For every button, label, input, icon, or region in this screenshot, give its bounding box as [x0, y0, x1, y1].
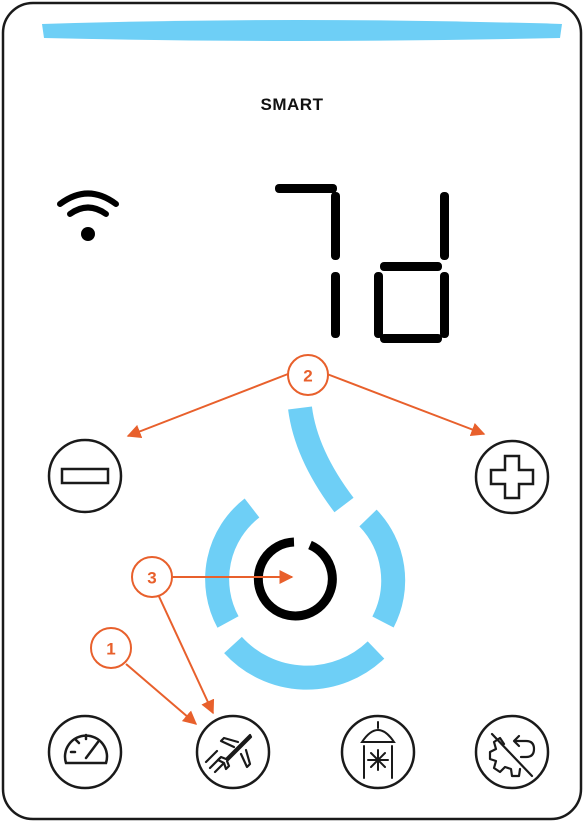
callout-1: 1 — [90, 627, 132, 669]
digit-1-seg-a — [275, 184, 337, 193]
digit-2-seg-b — [440, 192, 449, 260]
panel-illustration: 2 3 1 — [1, 1, 583, 821]
digit-2-seg-c — [440, 272, 449, 338]
brand-label: SMART — [260, 95, 324, 114]
vacation-mode-button[interactable] — [195, 714, 271, 790]
control-panel-diagram: 2 3 1 SMART — [0, 0, 584, 822]
callout-2: 2 — [287, 354, 329, 396]
speedometer-button[interactable] — [47, 714, 123, 790]
callout-3-number: 3 — [147, 569, 156, 588]
digit-2-seg-d — [380, 334, 442, 343]
top-light-bar — [42, 20, 562, 41]
callout-2-number: 2 — [303, 367, 312, 386]
reset-button[interactable] — [474, 714, 550, 790]
callout-1-number: 1 — [106, 640, 115, 659]
cold-shower-button[interactable] — [340, 714, 416, 790]
digit-1-seg-c — [331, 272, 340, 338]
minus-button[interactable] — [47, 438, 123, 514]
digit-2-seg-e — [374, 272, 383, 338]
plus-button[interactable] — [474, 439, 550, 515]
digit-1-seg-b — [331, 192, 340, 260]
callout-3: 3 — [131, 556, 173, 598]
digit-2-seg-g — [380, 262, 442, 271]
